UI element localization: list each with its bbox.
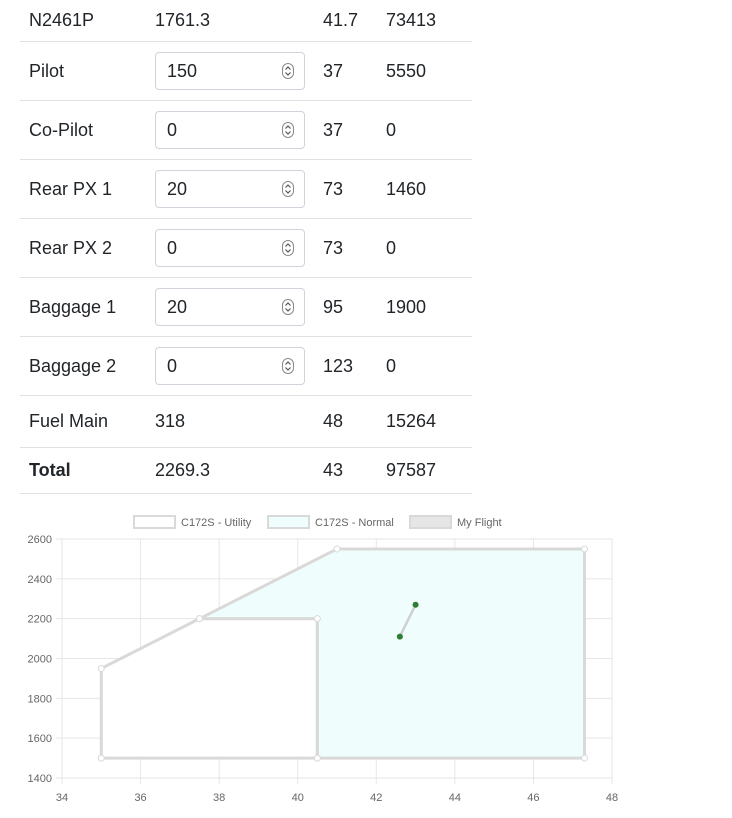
row-label: Rear PX 2 [29,237,113,258]
weight-input-value: 150 [167,60,198,81]
spinner-arrows-icon[interactable] [282,299,294,315]
weight-input-value: 0 [167,237,178,258]
y-tick-label: 2000 [28,654,52,666]
x-tick-label: 46 [527,792,539,804]
table-row: N2461P 1761.3 41.7 73413 [20,0,472,42]
arm-value: 123 [323,355,354,376]
x-tick-label: 44 [449,792,461,804]
table-row: Baggage 1 20 95 1900 [20,277,472,337]
envelope-point [97,664,105,672]
weight-balance-chart: 34 36 38 40 42 44 46 48 1400 1600 1800 2000 2200 2400… [28,515,618,804]
weight-input[interactable]: 20 [155,288,305,326]
total-row: Total 2269.3 43 97587 [20,447,472,494]
row-label: Co-Pilot [29,119,94,140]
row-label: Baggage 1 [29,296,117,317]
row-label: Pilot [29,60,65,81]
envelope-point [581,545,588,553]
table-row: Baggage 2 0 123 0 [20,336,472,396]
y-tick-label: 1400 [28,773,52,785]
weight-input[interactable]: 150 [155,52,305,90]
moment-value: 0 [386,355,397,376]
x-tick-label: 48 [606,792,618,804]
weight-input-value: 0 [167,355,178,376]
legend-swatch [133,515,176,529]
table-row: Rear PX 1 20 73 1460 [20,159,472,219]
envelope-point [581,754,588,762]
total-label: Total [29,460,71,480]
my-flight-point [412,601,419,608]
weight-input-value: 20 [167,296,188,317]
envelope-point [333,545,341,553]
y-tick-label: 2200 [28,614,52,626]
legend-label: C172S - Normal [315,517,394,529]
x-tick-label: 40 [292,792,304,804]
arm-value: 37 [323,60,344,81]
moment-value: 0 [386,119,397,140]
y-tick-label: 1800 [28,693,52,705]
weight-value: 318 [155,411,186,431]
weight-balance-table: N2461P 1761.3 41.7 73413 Pilot 150 37 5550 Co-Pi… [20,0,472,494]
spinner-arrows-icon[interactable] [282,358,294,374]
arm-value: 41.7 [323,10,359,30]
weight-input[interactable]: 0 [155,347,305,385]
spinner-arrows-icon[interactable] [282,63,294,79]
weight-input[interactable]: 0 [155,229,305,267]
x-tick-label: 42 [370,792,382,804]
legend-label: C172S - Utility [181,517,252,529]
envelope-point [313,754,321,762]
table-row: Rear PX 2 0 73 0 [20,218,472,278]
total-arm: 43 [323,460,344,480]
y-tick-label: 2600 [28,534,52,546]
row-label: Fuel Main [29,411,109,431]
moment-value: 1460 [386,178,427,199]
arm-value: 37 [323,119,344,140]
spinner-arrows-icon[interactable] [282,122,294,138]
x-tick-label: 36 [134,792,146,804]
moment-value: 73413 [386,10,437,30]
arm-value: 95 [323,296,344,317]
weight-input-value: 20 [167,178,188,199]
moment-value: 1900 [386,296,427,317]
moment-value: 15264 [386,411,437,431]
row-label: N2461P [29,10,95,30]
y-tick-label: 1600 [28,733,52,745]
moment-value: 0 [386,237,397,258]
utility-envelope [99,617,319,760]
arm-value: 73 [323,178,344,199]
table-row: Co-Pilot 0 37 0 [20,100,472,160]
row-label: Rear PX 1 [29,178,113,199]
arm-value: 73 [323,237,344,258]
table-row: Pilot 150 37 5550 [20,41,472,101]
moment-value: 5550 [386,60,427,81]
total-moment: 97587 [386,460,437,480]
legend-swatch [409,515,452,529]
legend-swatch [267,515,310,529]
envelope-point [313,615,321,623]
row-label: Baggage 2 [29,355,117,376]
legend-label: My Flight [457,517,502,529]
arm-value: 48 [323,411,344,431]
y-tick-label: 2400 [28,574,52,586]
weight-input[interactable]: 0 [155,111,305,149]
x-tick-label: 34 [56,792,68,804]
spinner-arrows-icon[interactable] [282,181,294,197]
weight-input[interactable]: 20 [155,170,305,208]
total-weight: 2269.3 [155,460,211,480]
weight-input-value: 0 [167,119,178,140]
envelope-point [97,754,105,762]
weight-value: 1761.3 [155,10,211,30]
my-flight-point [396,633,403,640]
envelope-point [196,615,203,623]
table-row: Fuel Main 318 48 15264 [20,395,472,448]
x-tick-label: 38 [213,792,225,804]
spinner-arrows-icon[interactable] [282,240,294,256]
